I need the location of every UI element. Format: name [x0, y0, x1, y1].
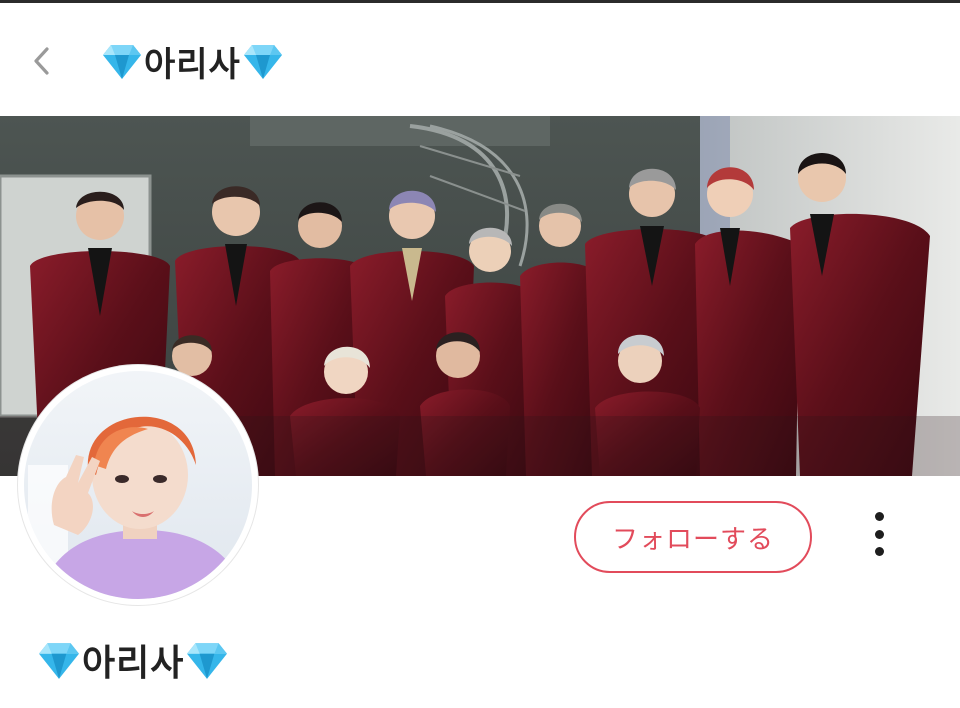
profile-name-text: 아리사	[82, 643, 185, 684]
gem-icon	[103, 45, 141, 79]
back-button[interactable]	[26, 41, 58, 81]
more-options-button[interactable]	[862, 512, 896, 556]
header-bar: 아리사	[0, 3, 960, 116]
avatar[interactable]	[18, 365, 258, 605]
gem-icon	[243, 45, 282, 79]
gem-icon	[39, 643, 79, 679]
chevron-left-icon	[34, 47, 49, 75]
more-vertical-icon-dot	[874, 547, 884, 556]
avatar-image	[22, 369, 254, 601]
page-title: 아리사	[102, 37, 283, 85]
gem-icon	[187, 643, 228, 679]
follow-button[interactable]: フォローする	[574, 501, 812, 573]
more-vertical-icon-dot	[874, 529, 884, 539]
profile-name: 아리사	[38, 636, 228, 684]
more-vertical-icon-dot	[874, 512, 884, 521]
page-title-text: 아리사	[144, 44, 241, 85]
